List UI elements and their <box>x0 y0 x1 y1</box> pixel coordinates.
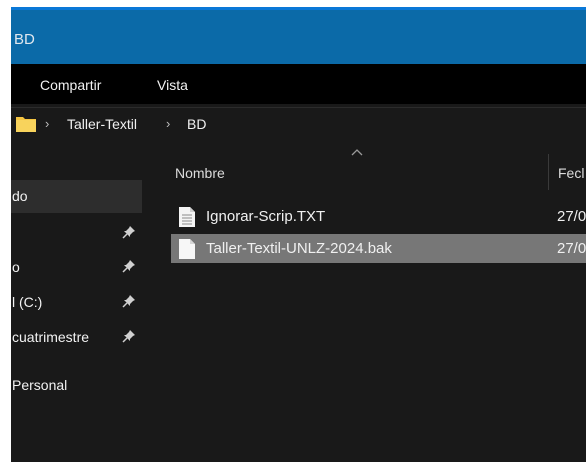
file-row-taller-textil-bak[interactable]: Taller-Textil-UNLZ-2024.bak 27/0 <box>171 234 586 263</box>
column-header-fecha[interactable]: Fecl <box>558 165 584 181</box>
file-name: Ignorar-Scrip.TXT <box>206 208 326 225</box>
title-bar-accent <box>11 7 586 10</box>
nav-item-label: Personal <box>12 377 68 393</box>
file-date: 27/0 <box>557 240 586 257</box>
text-file-icon <box>179 207 195 227</box>
nav-item-label: o <box>12 259 20 275</box>
address-bar[interactable]: › Taller-Textil › BD <box>11 107 586 141</box>
pin-icon[interactable] <box>122 294 136 308</box>
window-title: BD <box>14 31 35 48</box>
breadcrumb-taller-textil[interactable]: Taller-Textil <box>67 116 137 132</box>
title-bar: BD <box>11 7 586 64</box>
nav-item-label: cuatrimestre <box>12 329 90 345</box>
pin-icon[interactable] <box>122 259 136 273</box>
pin-icon[interactable] <box>122 225 136 239</box>
breadcrumb-bd[interactable]: BD <box>187 116 206 132</box>
ribbon: Compartir Vista <box>11 64 586 104</box>
nav-item-label: l (C:) <box>12 294 43 310</box>
nav-item-pinned-1[interactable] <box>11 217 142 250</box>
file-date: 27/0 <box>557 208 586 225</box>
breadcrumb-separator: › <box>45 116 50 131</box>
column-header-nombre[interactable]: Nombre <box>175 165 225 181</box>
breadcrumb-separator: › <box>166 116 171 131</box>
folder-icon <box>16 117 36 132</box>
pin-icon[interactable] <box>122 329 136 343</box>
explorer-window: BD Compartir Vista › Taller-Textil › BD … <box>11 7 586 462</box>
nav-item-personal[interactable]: Personal <box>11 369 142 402</box>
tab-compartir[interactable]: Compartir <box>40 77 101 93</box>
sort-ascending-icon <box>351 149 363 156</box>
nav-item-quick-access[interactable]: do <box>11 180 142 213</box>
file-list: Nombre Fecl Ignorar-Scrip.TXT 27/0 Talle… <box>148 140 586 462</box>
nav-item-cuatrimestre[interactable]: cuatrimestre <box>11 321 142 354</box>
file-icon <box>179 239 195 259</box>
file-row-ignorar-scrip[interactable]: Ignorar-Scrip.TXT 27/0 <box>171 202 586 231</box>
column-divider[interactable] <box>548 154 549 190</box>
file-name: Taller-Textil-UNLZ-2024.bak <box>206 240 392 257</box>
tab-vista[interactable]: Vista <box>157 77 188 93</box>
nav-item-local-disk-c[interactable]: l (C:) <box>11 286 142 319</box>
navigation-pane: do o l (C:) cuatrimestre Personal <box>11 140 148 462</box>
nav-item-label: do <box>12 188 28 204</box>
nav-item-pinned-2[interactable]: o <box>11 251 142 284</box>
